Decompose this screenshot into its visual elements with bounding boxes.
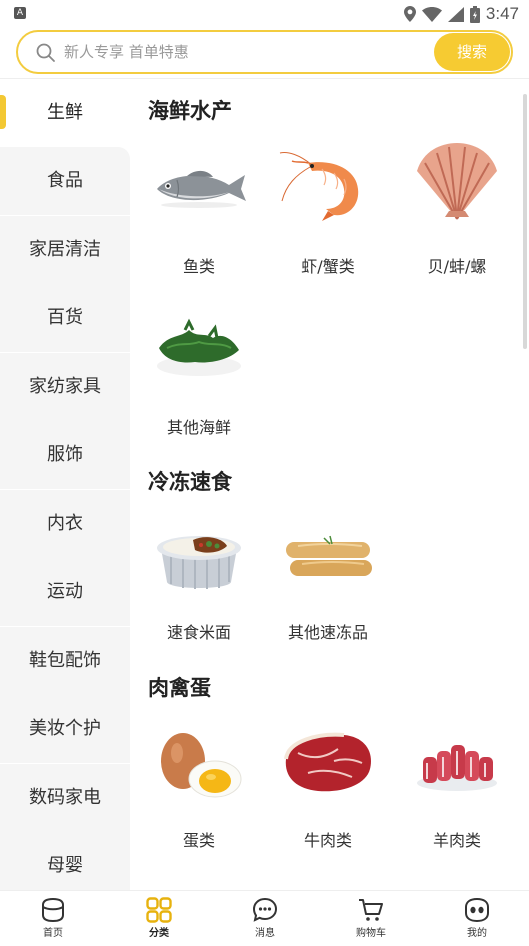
notification-app-icon: A [14, 7, 26, 19]
sidebar-item-sports[interactable]: 运动 [0, 558, 130, 626]
category-cell-shellfish[interactable]: 贝/蚌/螺 [393, 141, 521, 291]
active-indicator [0, 95, 6, 129]
sidebar-item-label: 数码家电 [29, 787, 101, 808]
location-icon [403, 6, 416, 22]
status-bar: A 3:47 [0, 0, 529, 28]
signal-icon [447, 6, 464, 22]
category-cell-mutton[interactable]: 羊肉类 [393, 719, 521, 859]
beef-icon [284, 732, 371, 792]
search-button[interactable]: 搜索 [434, 33, 510, 71]
sausage-icon [286, 535, 372, 576]
sidebar-item-textiles-furniture[interactable]: 家纺家具 [0, 353, 130, 421]
status-icons: 3:47 [403, 3, 519, 25]
category-label: 鱼类 [182, 257, 215, 276]
category-label: 羊肉类 [432, 831, 481, 850]
sidebar-item-label: 家纺家具 [29, 376, 101, 397]
nav-category[interactable]: 分类 [106, 891, 212, 946]
category-grid-icon [146, 897, 172, 923]
category-cell-eggs[interactable]: 蛋类 [135, 719, 263, 859]
message-bubble-icon [252, 897, 278, 922]
category-cell-other-frozen[interactable]: 其他速冻品 [264, 514, 392, 649]
category-cell-beef[interactable]: 牛肉类 [264, 719, 392, 859]
category-label: 蛋类 [182, 831, 215, 850]
sidebar-item-label: 百货 [47, 307, 83, 328]
category-label: 贝/蚌/螺 [427, 257, 487, 276]
sidebar-item-label: 内衣 [47, 513, 83, 534]
profile-face-icon [465, 897, 489, 923]
category-cell-shrimp-crab[interactable]: 虾/蟹类 [264, 141, 392, 291]
mutton-icon [417, 745, 497, 791]
fish-icon [157, 170, 246, 208]
section-title-frozen-food: 冷冻速食 [148, 470, 232, 494]
category-sidebar: 生鲜 食品 家居清洁 百货 家纺家具 服饰 内衣 运动 鞋包配饰 美妆个护 数码… [0, 79, 130, 900]
nav-messages[interactable]: 消息 [212, 891, 318, 946]
nav-label: 首页 [43, 928, 63, 939]
sidebar-item-electronics[interactable]: 数码家电 [0, 764, 130, 832]
egg-icon [161, 733, 242, 798]
sidebar-item-general-goods[interactable]: 百货 [0, 284, 130, 352]
wifi-icon [421, 6, 442, 22]
sidebar-item-label: 服饰 [47, 444, 83, 465]
battery-icon [469, 5, 480, 23]
nav-profile[interactable]: 我的 [424, 891, 529, 946]
rice-pot-icon [157, 536, 241, 589]
sidebar-item-label: 食品 [47, 170, 83, 191]
sidebar-item-fresh[interactable]: 生鲜 [0, 79, 130, 147]
category-label: 速食米面 [166, 623, 231, 642]
category-label: 虾/蟹类 [301, 257, 355, 276]
nav-cart[interactable]: 购物车 [318, 891, 424, 946]
sidebar-item-underwear[interactable]: 内衣 [0, 490, 130, 558]
sidebar-item-label: 家居清洁 [29, 239, 101, 260]
nav-label: 消息 [255, 928, 275, 939]
sidebar-item-home-cleaning[interactable]: 家居清洁 [0, 216, 130, 284]
nav-label: 购物车 [356, 928, 386, 939]
category-cell-instant-noodles-rice[interactable]: 速食米面 [135, 514, 263, 649]
seaweed-icon [157, 318, 241, 376]
category-label: 其他速冻品 [287, 623, 368, 642]
sidebar-item-label: 美妆个护 [29, 718, 101, 739]
sidebar-item-label: 鞋包配饰 [29, 650, 101, 671]
bottom-navigation: 首页 分类 消息 购物车 我的 [0, 890, 529, 946]
sidebar-item-shoes-bags[interactable]: 鞋包配饰 [0, 627, 130, 695]
section-title-seafood: 海鲜水产 [148, 99, 232, 123]
category-cell-fish[interactable]: 鱼类 [135, 141, 263, 291]
nav-label: 分类 [149, 928, 169, 939]
search-bar: 搜索 [16, 30, 513, 74]
home-face-icon [42, 897, 64, 923]
search-icon [36, 43, 55, 62]
sidebar-item-label: 母婴 [47, 855, 83, 876]
section-title-meat-poultry-egg: 肉禽蛋 [148, 676, 211, 700]
search-input[interactable] [64, 32, 424, 72]
category-label: 其他海鲜 [166, 418, 231, 437]
scallop-icon [417, 143, 497, 220]
sidebar-item-food[interactable]: 食品 [0, 147, 130, 215]
sidebar-item-label: 运动 [47, 581, 83, 602]
sidebar-item-beauty[interactable]: 美妆个护 [0, 695, 130, 763]
category-label: 牛肉类 [303, 831, 352, 850]
nav-home[interactable]: 首页 [0, 891, 106, 946]
sidebar-item-label: 生鲜 [47, 102, 83, 123]
cart-icon [359, 899, 383, 921]
scrollbar[interactable] [523, 94, 527, 349]
nav-label: 我的 [467, 928, 487, 939]
category-cell-other-seafood[interactable]: 其他海鲜 [135, 304, 263, 454]
sidebar-item-apparel[interactable]: 服饰 [0, 421, 130, 489]
clock-time: 3:47 [485, 4, 519, 23]
shrimp-icon [279, 152, 359, 221]
category-content: 海鲜水产 鱼类 虾/蟹类 贝/蚌/螺 其他海鲜 冷冻速食 速食米面 其他速冻品 … [130, 79, 529, 890]
